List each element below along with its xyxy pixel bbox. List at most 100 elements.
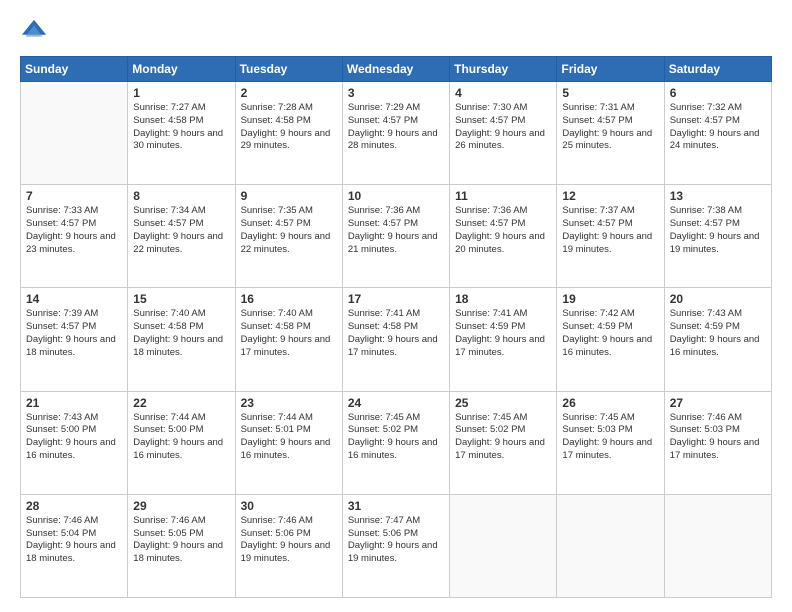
day-header-thursday: Thursday [450,57,557,82]
day-number: 23 [241,396,337,410]
calendar-cell: 7 Sunrise: 7:33 AM Sunset: 4:57 PM Daylig… [21,185,128,288]
calendar-cell: 24 Sunrise: 7:45 AM Sunset: 5:02 PM Dayli… [342,391,449,494]
day-header-sunday: Sunday [21,57,128,82]
calendar-cell: 5Sunrise: 7:31 AM Sunset: 4:57 PM Daylig… [557,82,664,185]
cell-info: Sunrise: 7:43 AM Sunset: 4:59 PM Dayligh… [670,308,766,359]
day-number: 3 [348,86,444,100]
day-number: 18 [455,292,551,306]
cell-info: Sunrise: 7:27 AM Sunset: 4:58 PM Dayligh… [133,102,229,153]
day-number: 22 [133,396,229,410]
logo [20,18,54,46]
calendar-cell: 15 Sunrise: 7:40 AM Sunset: 4:58 PM Dayli… [128,288,235,391]
day-header-wednesday: Wednesday [342,57,449,82]
day-number: 24 [348,396,444,410]
calendar-cell: 25 Sunrise: 7:45 AM Sunset: 5:02 PM Dayli… [450,391,557,494]
calendar-cell: 27 Sunrise: 7:46 AM Sunset: 5:03 PM Dayli… [664,391,771,494]
day-header-tuesday: Tuesday [235,57,342,82]
cell-info: Sunrise: 7:41 AM Sunset: 4:58 PM Dayligh… [348,308,444,359]
calendar-cell: 23 Sunrise: 7:44 AM Sunset: 5:01 PM Dayli… [235,391,342,494]
calendar-cell: 6 Sunrise: 7:32 AM Sunset: 4:57 PM Daylig… [664,82,771,185]
calendar-cell: 1 Sunrise: 7:27 AM Sunset: 4:58 PM Daylig… [128,82,235,185]
day-number: 21 [26,396,122,410]
calendar-cell [21,82,128,185]
cell-info: Sunrise: 7:42 AM Sunset: 4:59 PM Dayligh… [562,308,658,359]
cell-info: Sunrise: 7:34 AM Sunset: 4:57 PM Dayligh… [133,205,229,256]
calendar-cell: 18 Sunrise: 7:41 AM Sunset: 4:59 PM Dayli… [450,288,557,391]
cell-info: Sunrise: 7:46 AM Sunset: 5:03 PM Dayligh… [670,412,766,463]
page: SundayMondayTuesdayWednesdayThursdayFrid… [0,0,792,612]
header [20,18,772,46]
calendar-cell: 20Sunrise: 7:43 AM Sunset: 4:59 PM Dayli… [664,288,771,391]
cell-info: Sunrise: 7:39 AM Sunset: 4:57 PM Dayligh… [26,308,122,359]
day-number: 10 [348,189,444,203]
day-number: 27 [670,396,766,410]
cell-info: Sunrise: 7:37 AM Sunset: 4:57 PM Dayligh… [562,205,658,256]
calendar-cell: 14Sunrise: 7:39 AM Sunset: 4:57 PM Dayli… [21,288,128,391]
calendar-cell: 31Sunrise: 7:47 AM Sunset: 5:06 PM Dayli… [342,494,449,597]
day-number: 15 [133,292,229,306]
day-number: 16 [241,292,337,306]
day-number: 1 [133,86,229,100]
day-number: 7 [26,189,122,203]
cell-info: Sunrise: 7:44 AM Sunset: 5:01 PM Dayligh… [241,412,337,463]
calendar-cell: 13Sunrise: 7:38 AM Sunset: 4:57 PM Dayli… [664,185,771,288]
cell-info: Sunrise: 7:47 AM Sunset: 5:06 PM Dayligh… [348,515,444,566]
cell-info: Sunrise: 7:45 AM Sunset: 5:02 PM Dayligh… [348,412,444,463]
calendar-cell: 29Sunrise: 7:46 AM Sunset: 5:05 PM Dayli… [128,494,235,597]
day-number: 17 [348,292,444,306]
cell-info: Sunrise: 7:46 AM Sunset: 5:05 PM Dayligh… [133,515,229,566]
calendar-header-row: SundayMondayTuesdayWednesdayThursdayFrid… [21,57,772,82]
cell-info: Sunrise: 7:33 AM Sunset: 4:57 PM Dayligh… [26,205,122,256]
cell-info: Sunrise: 7:43 AM Sunset: 5:00 PM Dayligh… [26,412,122,463]
cell-info: Sunrise: 7:46 AM Sunset: 5:04 PM Dayligh… [26,515,122,566]
cell-info: Sunrise: 7:45 AM Sunset: 5:03 PM Dayligh… [562,412,658,463]
cell-info: Sunrise: 7:41 AM Sunset: 4:59 PM Dayligh… [455,308,551,359]
cell-info: Sunrise: 7:40 AM Sunset: 4:58 PM Dayligh… [241,308,337,359]
calendar-cell: 28 Sunrise: 7:46 AM Sunset: 5:04 PM Dayli… [21,494,128,597]
cell-info: Sunrise: 7:46 AM Sunset: 5:06 PM Dayligh… [241,515,337,566]
day-number: 30 [241,499,337,513]
calendar-cell: 9 Sunrise: 7:35 AM Sunset: 4:57 PM Daylig… [235,185,342,288]
calendar-cell: 4 Sunrise: 7:30 AM Sunset: 4:57 PM Daylig… [450,82,557,185]
cell-info: Sunrise: 7:45 AM Sunset: 5:02 PM Dayligh… [455,412,551,463]
day-header-saturday: Saturday [664,57,771,82]
day-number: 13 [670,189,766,203]
calendar-cell: 2 Sunrise: 7:28 AM Sunset: 4:58 PM Daylig… [235,82,342,185]
day-number: 9 [241,189,337,203]
day-number: 28 [26,499,122,513]
calendar-cell: 17 Sunrise: 7:41 AM Sunset: 4:58 PM Dayli… [342,288,449,391]
day-number: 25 [455,396,551,410]
calendar-cell: 11 Sunrise: 7:36 AM Sunset: 4:57 PM Dayli… [450,185,557,288]
day-header-friday: Friday [557,57,664,82]
cell-info: Sunrise: 7:30 AM Sunset: 4:57 PM Dayligh… [455,102,551,153]
cell-info: Sunrise: 7:36 AM Sunset: 4:57 PM Dayligh… [348,205,444,256]
calendar-week-row: 14Sunrise: 7:39 AM Sunset: 4:57 PM Dayli… [21,288,772,391]
cell-info: Sunrise: 7:44 AM Sunset: 5:00 PM Dayligh… [133,412,229,463]
day-number: 12 [562,189,658,203]
cell-info: Sunrise: 7:36 AM Sunset: 4:57 PM Dayligh… [455,205,551,256]
day-number: 5 [562,86,658,100]
cell-info: Sunrise: 7:32 AM Sunset: 4:57 PM Dayligh… [670,102,766,153]
calendar-cell: 30 Sunrise: 7:46 AM Sunset: 5:06 PM Dayli… [235,494,342,597]
day-number: 19 [562,292,658,306]
calendar-cell [664,494,771,597]
cell-info: Sunrise: 7:28 AM Sunset: 4:58 PM Dayligh… [241,102,337,153]
calendar-cell [557,494,664,597]
day-number: 26 [562,396,658,410]
cell-info: Sunrise: 7:40 AM Sunset: 4:58 PM Dayligh… [133,308,229,359]
calendar-cell: 16 Sunrise: 7:40 AM Sunset: 4:58 PM Dayli… [235,288,342,391]
day-number: 8 [133,189,229,203]
day-number: 2 [241,86,337,100]
calendar-cell [450,494,557,597]
calendar-cell: 21 Sunrise: 7:43 AM Sunset: 5:00 PM Dayli… [21,391,128,494]
day-number: 4 [455,86,551,100]
day-number: 6 [670,86,766,100]
cell-info: Sunrise: 7:35 AM Sunset: 4:57 PM Dayligh… [241,205,337,256]
logo-icon [20,18,48,46]
calendar-cell: 26 Sunrise: 7:45 AM Sunset: 5:03 PM Dayli… [557,391,664,494]
calendar-cell: 19 Sunrise: 7:42 AM Sunset: 4:59 PM Dayli… [557,288,664,391]
calendar-cell: 12 Sunrise: 7:37 AM Sunset: 4:57 PM Dayli… [557,185,664,288]
calendar-cell: 8 Sunrise: 7:34 AM Sunset: 4:57 PM Daylig… [128,185,235,288]
calendar-cell: 22 Sunrise: 7:44 AM Sunset: 5:00 PM Dayli… [128,391,235,494]
day-number: 11 [455,189,551,203]
